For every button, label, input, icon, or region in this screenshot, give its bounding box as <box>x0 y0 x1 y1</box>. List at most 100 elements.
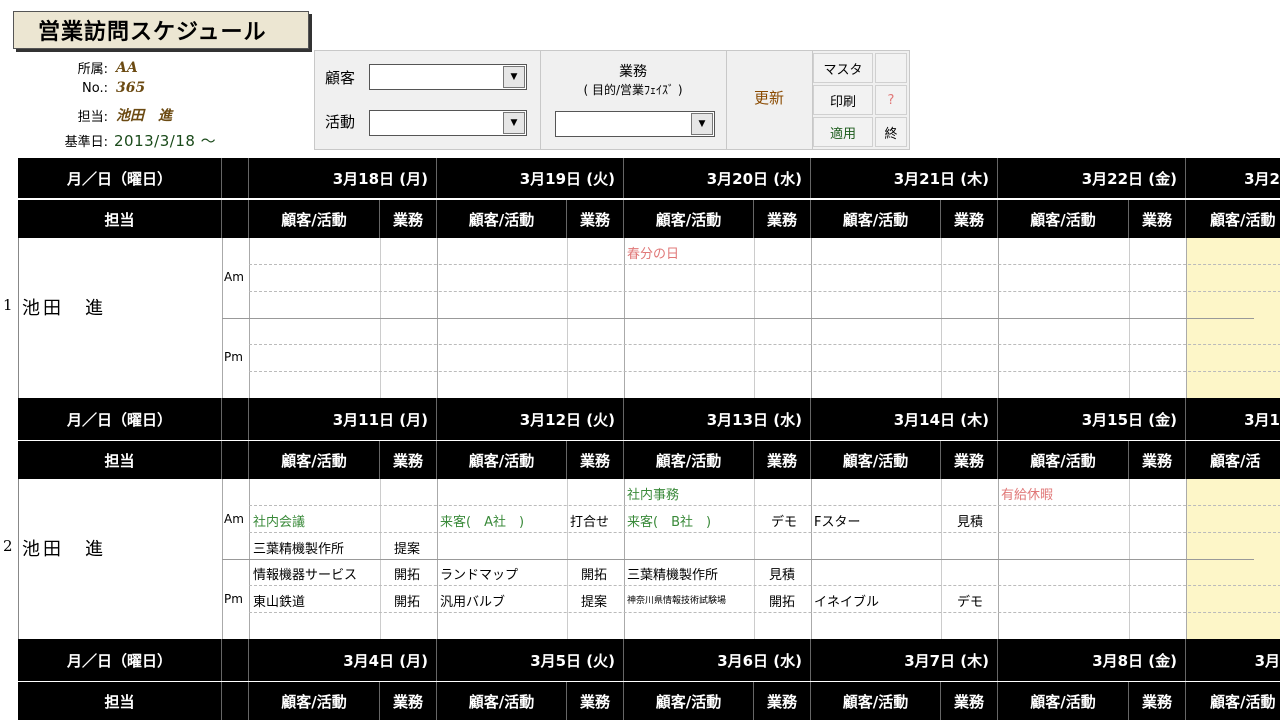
activity-select[interactable]: ▼ <box>369 110 527 136</box>
schedule-entry[interactable]: Fスター <box>814 511 860 530</box>
gyomu-sub-label: ( 目的/営業ﾌｪｲｽﾞ ) <box>583 83 683 97</box>
sub-header: 業務 <box>1128 441 1185 479</box>
sub-header: 業務 <box>1128 200 1185 238</box>
owner-value: 池田 進 <box>116 108 172 124</box>
person-name: 池田 進 <box>22 539 106 560</box>
schedule-entry[interactable]: 社内会議 <box>253 511 305 530</box>
activity-label: 活動 <box>325 113 356 131</box>
filter-panel: 顧客 ▼ 活動 ▼ 業務 ( 目的/営業ﾌｪｲｽﾞ ) ▼ 更新 マスタ 印刷 … <box>314 50 910 150</box>
owner-row: 担当: 池田 進 <box>60 105 172 125</box>
schedule-entry[interactable]: 三葉精機製作所 <box>627 564 718 583</box>
schedule-entry[interactable]: 来客( B社 ) <box>627 511 711 530</box>
schedule-entry[interactable]: 来客( A社 ) <box>440 511 524 530</box>
sub-header: 業務 <box>753 200 810 238</box>
week2-date-header: 月／日（曜日） 3月11日 (月) 3月12日 (火) 3月13日 (水) 3月… <box>18 398 1280 440</box>
sub-header: 業務 <box>566 441 623 479</box>
sub-header: 顧客/活 <box>1185 441 1280 479</box>
schedule-entry[interactable]: デモ <box>771 511 797 530</box>
schedule-entry[interactable]: 三葉精機製作所 <box>253 538 344 557</box>
schedule-entry[interactable]: 開拓 <box>581 564 607 583</box>
schedule-entry[interactable]: 神奈川県情報技術試験場 <box>627 593 726 606</box>
schedule-entry[interactable]: 開拓 <box>769 591 795 610</box>
sub-header: 業務 <box>566 200 623 238</box>
day-header: 3月 <box>1185 639 1280 681</box>
tanto-header: 担当 <box>104 451 135 470</box>
day-header: 3月22日 (金) <box>997 158 1185 198</box>
sub-header: 顧客/活動 <box>997 441 1128 479</box>
dept-label: 所属: <box>77 62 108 77</box>
sub-header: 顧客/活動 <box>1185 200 1280 238</box>
day-header: 3月13日 (水) <box>623 398 810 440</box>
schedule-entry[interactable]: 提案 <box>394 538 420 557</box>
day-header: 3月6日 (水) <box>623 639 810 681</box>
date-col-header: 月／日（曜日） <box>66 169 172 188</box>
sub-header: 業務 <box>379 441 436 479</box>
sub-header: 顧客/活動 <box>248 200 379 238</box>
schedule-entry[interactable]: 見積 <box>957 511 983 530</box>
no-value: 365 <box>116 80 146 96</box>
sub-header: 顧客/活動 <box>248 682 379 720</box>
tanto-header: 担当 <box>104 692 135 711</box>
row-number: 2 <box>3 537 13 555</box>
sub-header: 顧客/活動 <box>436 682 566 720</box>
sub-header: 顧客/活動 <box>810 200 940 238</box>
schedule-entry[interactable]: イネイブル <box>814 591 879 610</box>
week1-sub-header: 担当 顧客/活動 業務 顧客/活動 業務 顧客/活動 業務 顧客/活動 業務 顧… <box>18 200 1280 238</box>
sub-header: 業務 <box>940 441 997 479</box>
sub-header: 顧客/活動 <box>248 441 379 479</box>
schedule-entry[interactable]: 情報機器サービス <box>253 564 357 583</box>
apply-button[interactable]: 適用 <box>813 117 873 147</box>
base-date-row: 基準日: 2013/3/18 ～ <box>50 130 216 151</box>
print-button[interactable]: 印刷 <box>813 85 873 115</box>
pm-label: Pm <box>224 350 243 364</box>
sub-header: 業務 <box>566 682 623 720</box>
schedule-entry[interactable]: 東山鉄道 <box>253 591 305 610</box>
base-date-value: 2013/3/18 ～ <box>114 132 217 150</box>
chevron-down-icon[interactable]: ▼ <box>503 112 525 134</box>
gyomu-select[interactable]: ▼ <box>555 111 715 137</box>
sub-header: 業務 <box>753 682 810 720</box>
day-header: 3月19日 (火) <box>436 158 623 198</box>
sub-header: 顧客/活動 <box>623 200 753 238</box>
schedule-entry[interactable]: 打合せ <box>570 511 609 530</box>
end-button[interactable]: 終 <box>875 117 907 147</box>
schedule-entry[interactable]: 社内事務 <box>627 484 679 503</box>
day-header: 3月14日 (木) <box>810 398 997 440</box>
sub-header: 顧客/活動 <box>997 682 1128 720</box>
customer-select[interactable]: ▼ <box>369 64 527 90</box>
schedule-entry[interactable]: ランドマップ <box>440 564 518 583</box>
chevron-down-icon[interactable]: ▼ <box>503 66 525 88</box>
date-col-header: 月／日（曜日） <box>66 651 172 670</box>
day-header: 3月4日 (月) <box>248 639 436 681</box>
am-label: Am <box>224 270 244 284</box>
master-button[interactable]: マスタ <box>813 53 873 83</box>
schedule-entry[interactable]: 開拓 <box>394 591 420 610</box>
no-label: No.: <box>82 80 108 96</box>
owner-label: 担当: <box>77 109 108 125</box>
day-header: 3月20日 (水) <box>623 158 810 198</box>
empty-button[interactable] <box>875 53 907 83</box>
date-col-header: 月／日（曜日） <box>66 410 172 429</box>
schedule-entry[interactable]: 春分の日 <box>627 243 679 262</box>
schedule-entry[interactable]: 見積 <box>769 564 795 583</box>
schedule-entry[interactable]: デモ <box>957 591 983 610</box>
week2-body: 社内事務 有給休暇 Am 社内会議 来客( A社 ) 打合せ 来客( B社 ) … <box>3 479 1280 639</box>
day-header: 3月18日 (月) <box>248 158 436 198</box>
row-number: 1 <box>3 296 13 314</box>
sub-header: 業務 <box>753 441 810 479</box>
sub-header: 顧客/活動 <box>997 200 1128 238</box>
schedule-entry[interactable]: 汎用バルブ <box>440 591 505 610</box>
schedule-entry[interactable]: 提案 <box>581 591 607 610</box>
day-header: 3月15日 (金) <box>997 398 1185 440</box>
schedule-entry[interactable]: 有給休暇 <box>1001 484 1053 503</box>
day-header: 3月21日 (木) <box>810 158 997 198</box>
week1-date-header: 月／日（曜日） 3月18日 (月) 3月19日 (火) 3月20日 (水) 3月… <box>18 158 1280 198</box>
day-header: 3月1 <box>1185 398 1280 440</box>
schedule-entry[interactable]: 開拓 <box>394 564 420 583</box>
help-button[interactable]: ? <box>875 85 907 115</box>
update-button[interactable]: 更新 <box>727 87 811 108</box>
chevron-down-icon[interactable]: ▼ <box>691 113 713 135</box>
week1-body: 春分の日 Am Pm 1 池田 進 <box>3 238 1280 398</box>
day-header: 3月8日 (金) <box>997 639 1185 681</box>
base-date-label: 基準日: <box>64 135 108 150</box>
